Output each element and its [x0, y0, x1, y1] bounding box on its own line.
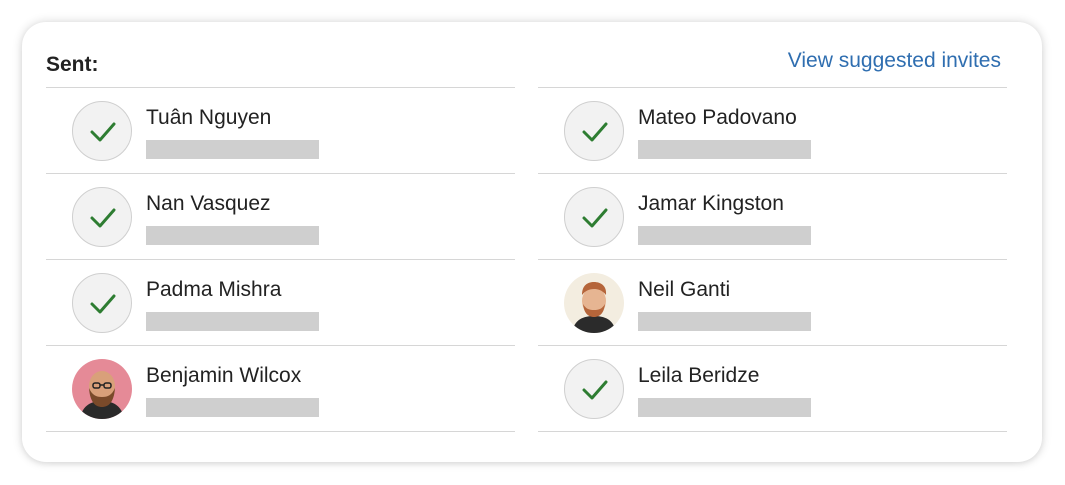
list-item: Mateo Padovano	[538, 88, 1007, 174]
list-item: Nan Vasquez	[46, 174, 515, 260]
check-icon	[564, 187, 624, 247]
sent-list-left: Tuân Nguyen Nan Vasquez Padma Mishra Ben…	[46, 87, 515, 432]
list-item: Padma Mishra	[46, 260, 515, 346]
redacted-detail-bar	[638, 312, 811, 331]
check-icon	[564, 101, 624, 161]
check-icon	[72, 101, 132, 161]
invitee-name: Jamar Kingston	[638, 192, 784, 215]
avatar	[72, 359, 132, 419]
redacted-detail-bar	[146, 140, 319, 159]
redacted-detail-bar	[146, 226, 319, 245]
sent-heading: Sent:	[46, 53, 99, 76]
check-icon	[72, 187, 132, 247]
redacted-detail-bar	[638, 398, 811, 417]
invitee-name: Mateo Padovano	[638, 106, 797, 129]
invitee-name: Nan Vasquez	[146, 192, 271, 215]
invitee-name: Benjamin Wilcox	[146, 364, 302, 387]
view-suggested-invites-link[interactable]: View suggested invites	[788, 49, 1001, 73]
list-item: Benjamin Wilcox	[46, 346, 515, 432]
check-icon	[72, 273, 132, 333]
redacted-detail-bar	[638, 226, 811, 245]
list-item: Jamar Kingston	[538, 174, 1007, 260]
avatar	[564, 273, 624, 333]
invitee-name: Padma Mishra	[146, 278, 282, 301]
redacted-detail-bar	[146, 312, 319, 331]
invitee-name: Neil Ganti	[638, 278, 731, 301]
redacted-detail-bar	[638, 140, 811, 159]
list-item: Neil Ganti	[538, 260, 1007, 346]
redacted-detail-bar	[146, 398, 319, 417]
invitee-name: Tuân Nguyen	[146, 106, 272, 129]
invitee-name: Leila Beridze	[638, 364, 760, 387]
check-icon	[564, 359, 624, 419]
list-item: Leila Beridze	[538, 346, 1007, 432]
invites-sent-card: Sent: View suggested invites Tuân Nguyen…	[22, 22, 1042, 462]
sent-list-right: Mateo Padovano Jamar Kingston Neil Ganti	[538, 87, 1007, 432]
list-item: Tuân Nguyen	[46, 88, 515, 174]
